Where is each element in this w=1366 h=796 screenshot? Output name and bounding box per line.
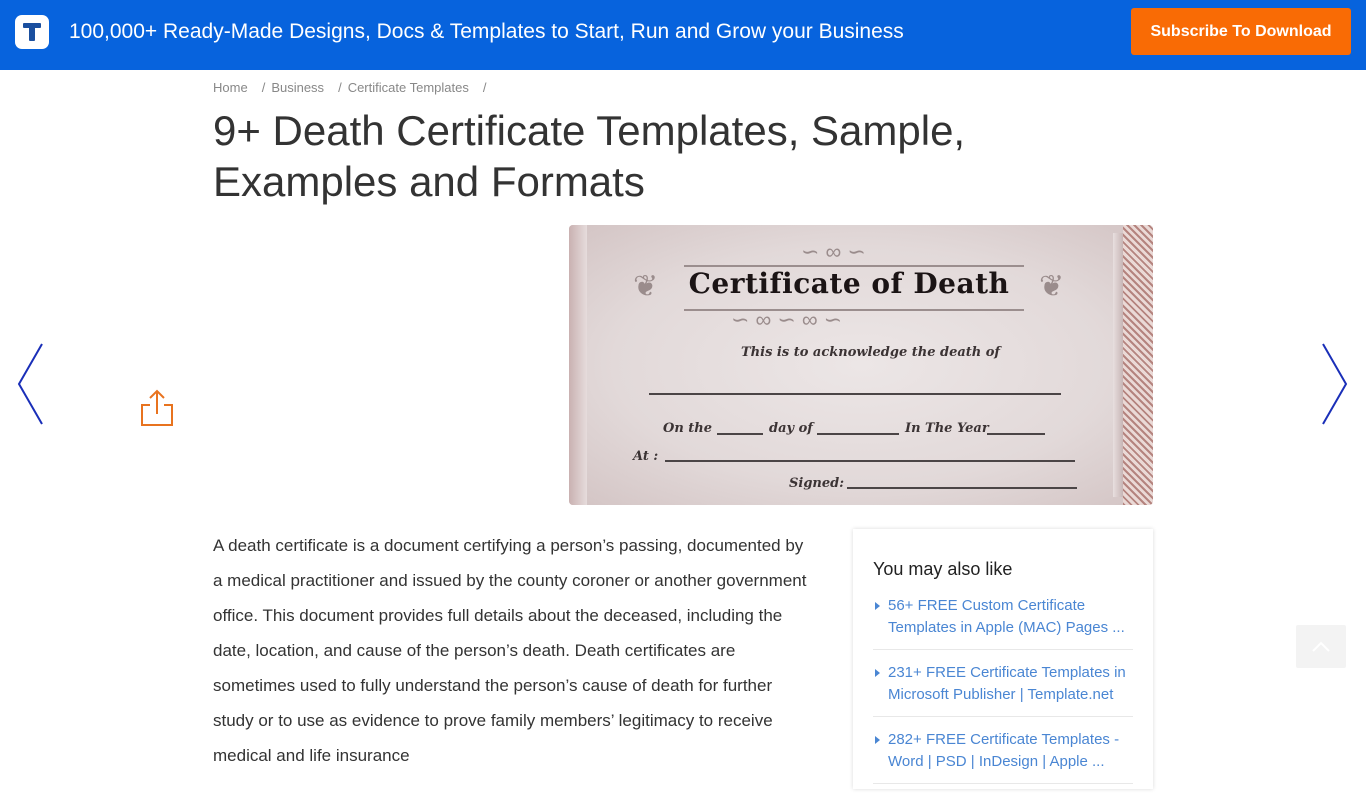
breadcrumb-separator: /: [261, 80, 266, 95]
certificate-preview-image[interactable]: ∽ ∞ ∽ ❦ ❦ Certificate of Death ∽ ∞ ∽ ∞ ∽…: [569, 225, 1153, 505]
scroll-to-top-button[interactable]: [1296, 625, 1346, 668]
related-item: 282+ FREE Certificate Templates - Word |…: [873, 729, 1133, 784]
breadcrumb-business[interactable]: Business: [271, 80, 324, 95]
breadcrumb-home[interactable]: Home: [213, 80, 248, 95]
related-link[interactable]: 282+ FREE Certificate Templates - Word |…: [888, 731, 1119, 770]
certificate-day-line: [717, 433, 763, 435]
share-icon: [141, 389, 173, 426]
related-link[interactable]: 56+ FREE Custom Certificate Templates in…: [888, 597, 1125, 636]
certificate-heading: Certificate of Death: [688, 267, 1010, 300]
bullet-triangle-icon: [875, 602, 880, 610]
certificate-at: At :: [633, 449, 659, 464]
related-item: 231+ FREE Certificate Templates in Micro…: [873, 662, 1133, 717]
chevron-up-icon: [1312, 641, 1330, 652]
certificate-line-acknowledge: This is to acknowledge the death of: [741, 345, 1001, 360]
certificate-day-of: day of: [769, 421, 813, 436]
subscribe-to-download-button[interactable]: Subscribe To Download: [1131, 8, 1351, 55]
related-title: You may also like: [873, 559, 1013, 579]
certificate-top-flourish: ∽ ∞ ∽: [801, 239, 866, 264]
certificate-in-the-year: In The Year: [905, 421, 989, 436]
bullet-triangle-icon: [875, 669, 880, 677]
page-title: 9+ Death Certificate Templates, Sample, …: [213, 107, 966, 205]
certificate-month-line: [817, 433, 899, 435]
next-button[interactable]: [1320, 343, 1350, 425]
previous-button[interactable]: [16, 343, 46, 425]
banner-tagline: 100,000+ Ready-Made Designs, Docs & Temp…: [69, 20, 904, 43]
share-button[interactable]: [138, 388, 176, 428]
you-may-also-like-card: You may also like 56+ FREE Custom Certif…: [853, 529, 1153, 789]
breadcrumb-separator: /: [482, 80, 487, 95]
related-list: 56+ FREE Custom Certificate Templates in…: [873, 595, 1133, 796]
related-link[interactable]: 231+ FREE Certificate Templates in Micro…: [888, 664, 1126, 703]
chevron-right-icon: [1322, 343, 1348, 425]
logo-t-stem: [29, 23, 35, 41]
certificate-year-line: [987, 433, 1045, 435]
top-banner: 100,000+ Ready-Made Designs, Docs & Temp…: [0, 0, 1366, 70]
certificate-signed: Signed:: [789, 476, 845, 491]
certificate-on-the: On the: [663, 421, 713, 436]
breadcrumb-certificate-templates[interactable]: Certificate Templates: [348, 80, 469, 95]
certificate-name-line: [649, 393, 1061, 395]
chevron-left-icon: [17, 343, 43, 425]
article-paragraph: A death certificate is a document certif…: [213, 536, 807, 765]
bullet-triangle-icon: [875, 736, 880, 744]
certificate-bottom-flourish: ∽ ∞ ∽ ∞ ∽: [731, 307, 843, 332]
template-logo-icon[interactable]: [15, 15, 49, 49]
certificate-signature-line: [847, 487, 1077, 489]
breadcrumb-separator: /: [338, 80, 342, 95]
related-item: 56+ FREE Custom Certificate Templates in…: [873, 595, 1133, 650]
breadcrumb: Home / Business / Certificate Templates /: [213, 80, 492, 95]
certificate-place-line: [665, 460, 1075, 462]
